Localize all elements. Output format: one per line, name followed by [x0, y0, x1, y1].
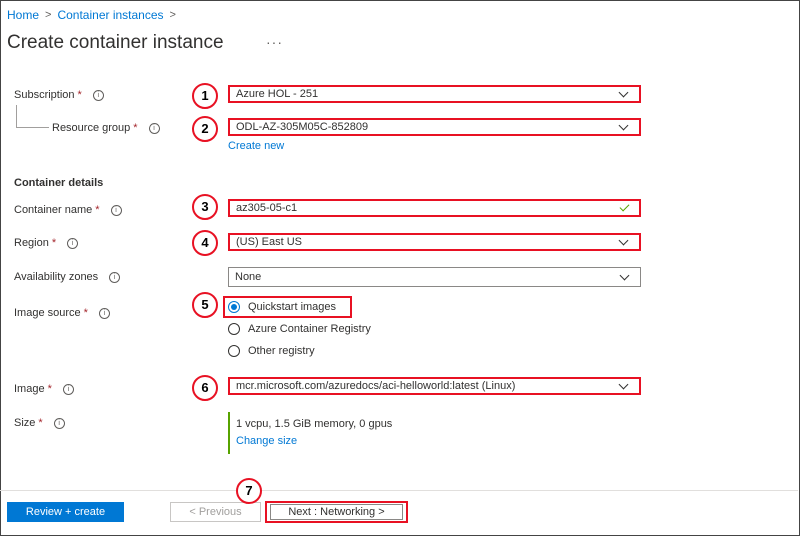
region-value: (US) East US — [236, 236, 303, 248]
required-marker: * — [77, 89, 82, 101]
radio-other-registry[interactable]: Other registry — [228, 345, 315, 357]
region-label-text: Region — [14, 237, 49, 249]
info-icon[interactable]: i — [148, 122, 160, 134]
subscription-value: Azure HOL - 251 — [236, 88, 319, 100]
chevron-down-icon — [618, 235, 629, 245]
next-networking-button[interactable]: Next : Networking > — [270, 504, 403, 520]
resource-group-dropdown[interactable]: ODL-AZ-305M05C-852809 — [228, 118, 641, 136]
breadcrumb-separator-icon: > — [169, 9, 176, 21]
create-new-link[interactable]: Create new — [228, 140, 284, 152]
section-heading-container-details: Container details — [14, 177, 104, 189]
info-icon[interactable]: i — [67, 237, 79, 249]
chevron-down-icon — [619, 270, 630, 280]
info-icon[interactable]: i — [53, 417, 65, 429]
step-badge-1: 1 — [192, 83, 218, 109]
step-badge-7: 7 — [236, 478, 262, 504]
info-icon[interactable]: i — [62, 383, 74, 395]
info-icon[interactable]: i — [110, 204, 122, 216]
chevron-down-icon — [618, 120, 629, 130]
resource-group-label-text: Resource group — [52, 122, 131, 134]
image-value: mcr.microsoft.com/azuredocs/aci-hellowor… — [236, 380, 516, 392]
radio-unselected-icon — [228, 323, 240, 335]
required-marker: * — [47, 383, 52, 395]
region-dropdown[interactable]: (US) East US — [228, 233, 641, 251]
container-name-value: az305-05-c1 — [236, 202, 298, 214]
step-badge-2: 2 — [192, 116, 218, 142]
size-value: 1 vcpu, 1.5 GiB memory, 0 gpus — [236, 418, 393, 430]
image-source-label: Image source * i — [14, 307, 110, 319]
page-title: Create container instance — [7, 32, 224, 53]
more-options-icon[interactable]: ··· — [266, 34, 283, 50]
step-badge-5: 5 — [192, 292, 218, 318]
change-size-link[interactable]: Change size — [236, 435, 392, 447]
info-icon[interactable]: i — [92, 89, 104, 101]
region-label: Region * i — [14, 237, 79, 249]
resource-group-value: ODL-AZ-305M05C-852809 — [236, 121, 369, 133]
breadcrumb-separator-icon: > — [45, 9, 52, 21]
breadcrumb-container-instances[interactable]: Container instances — [57, 8, 163, 22]
previous-button: < Previous — [170, 502, 261, 522]
resource-group-label: Resource group * i — [52, 122, 160, 134]
checkmark-icon — [619, 201, 630, 211]
step-badge-4: 4 — [192, 230, 218, 256]
required-marker: * — [51, 237, 57, 249]
breadcrumb-home[interactable]: Home — [7, 8, 39, 22]
container-name-input[interactable]: az305-05-c1 — [228, 199, 641, 217]
step-badge-6: 6 — [192, 375, 218, 401]
radio-label: Quickstart images — [248, 301, 337, 313]
availability-zones-label: Availability zones i — [14, 271, 121, 283]
image-source-label-text: Image source — [14, 307, 81, 319]
radio-unselected-icon — [228, 345, 240, 357]
subscription-label-text: Subscription — [14, 89, 75, 101]
radio-label: Other registry — [248, 345, 315, 357]
availability-zones-dropdown[interactable]: None — [228, 267, 641, 287]
chevron-down-icon — [618, 87, 629, 97]
chevron-down-icon — [618, 379, 629, 389]
radio-azure-container-registry[interactable]: Azure Container Registry — [228, 323, 371, 335]
required-marker: * — [133, 122, 138, 134]
tree-connector — [16, 105, 49, 128]
footer-divider — [0, 490, 798, 491]
availability-zones-value: None — [235, 271, 262, 283]
image-label-text: Image — [14, 383, 45, 395]
breadcrumb: Home > Container instances > — [7, 8, 176, 22]
subscription-dropdown[interactable]: Azure HOL - 251 — [228, 85, 641, 103]
radio-label: Azure Container Registry — [248, 323, 371, 335]
review-create-button[interactable]: Review + create — [7, 502, 124, 522]
radio-quickstart-images[interactable]: Quickstart images — [228, 301, 336, 313]
size-label: Size * i — [14, 417, 65, 429]
subscription-label: Subscription * i — [14, 89, 104, 101]
info-icon[interactable]: i — [98, 307, 110, 319]
step-badge-3: 3 — [192, 194, 218, 220]
image-dropdown[interactable]: mcr.microsoft.com/azuredocs/aci-hellowor… — [228, 377, 641, 395]
required-marker: * — [95, 204, 100, 216]
info-icon[interactable]: i — [109, 271, 121, 283]
image-label: Image * i — [14, 383, 74, 395]
size-label-text: Size — [14, 417, 36, 429]
required-marker: * — [83, 307, 88, 319]
container-name-label: Container name * i — [14, 204, 122, 216]
required-marker: * — [38, 417, 43, 429]
availability-zones-label-text: Availability zones — [14, 271, 99, 283]
radio-selected-icon — [228, 301, 240, 313]
next-networking-highlight: Next : Networking > — [265, 501, 408, 523]
size-summary: 1 vcpu, 1.5 GiB memory, 0 gpus Change si… — [228, 412, 392, 454]
container-name-label-text: Container name — [14, 204, 93, 216]
